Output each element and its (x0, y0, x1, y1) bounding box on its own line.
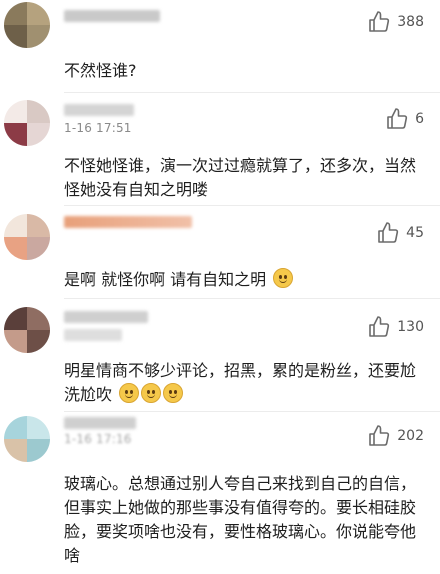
comment-text: 不怪她怪谁，演一次过过瘾就算了，还多次，当然怪她没有自知之明喽 (64, 156, 417, 199)
smile-emoji (163, 383, 184, 403)
avatar[interactable] (4, 416, 50, 462)
like-count: 45 (406, 225, 424, 241)
comment-text: 是啊 就怪你啊 请有自知之明 (64, 268, 424, 292)
thumbs-up-icon (378, 222, 399, 243)
comment-text-content: 明星情商不够少评论，招黑，累的是粉丝，还要尬洗尬吹 (64, 361, 417, 404)
like-button[interactable]: 6 (385, 107, 424, 131)
like-count: 202 (397, 428, 424, 444)
avatar[interactable] (4, 2, 50, 48)
comment-item: 388 不然怪谁? (0, 0, 440, 92)
comment-time: 1-16 17:51 (64, 121, 132, 135)
username[interactable] (64, 216, 192, 228)
comment-item: 130 明星情商不够少评论，招黑，累的是粉丝，还要尬洗尬吹 (0, 299, 440, 411)
like-button[interactable]: 202 (367, 424, 424, 448)
shush-emoji (273, 268, 294, 288)
like-count: 6 (415, 111, 424, 127)
username[interactable] (64, 104, 134, 116)
like-button[interactable]: 45 (376, 221, 424, 245)
like-button[interactable]: 388 (367, 10, 424, 34)
smile-emoji (141, 383, 162, 403)
thumbs-up-icon (369, 316, 390, 337)
comment-text-content: 是啊 就怪你啊 请有自知之明 (64, 270, 267, 289)
comment-text: 不然怪谁? (64, 61, 137, 80)
avatar[interactable] (4, 214, 50, 260)
comment-item: 45 是啊 就怪你啊 请有自知之明 (0, 206, 440, 298)
comment-time (64, 329, 122, 341)
thumbs-up-icon (387, 108, 408, 129)
avatar[interactable] (4, 307, 50, 353)
comment-item: 1-16 17:51 6 不怪她怪谁，演一次过过瘾就算了，还多次，当然怪她没有自… (0, 93, 440, 205)
username[interactable] (64, 311, 148, 323)
like-count: 130 (397, 319, 424, 335)
comment-time: 1-16 17:16 (64, 432, 132, 446)
comment-item: 1-16 17:16 202 玻璃心。总想通过别人夸自己来找到自己的自信，但事实… (0, 412, 440, 574)
thumbs-up-icon (369, 11, 390, 32)
like-button[interactable]: 130 (367, 315, 424, 339)
avatar[interactable] (4, 100, 50, 146)
username[interactable] (64, 10, 160, 22)
like-count: 388 (397, 14, 424, 30)
username[interactable] (64, 417, 136, 429)
smile-emoji (119, 383, 140, 403)
comment-text: 明星情商不够少评论，招黑，累的是粉丝，还要尬洗尬吹 (64, 359, 424, 407)
comment-text: 玻璃心。总想通过别人夸自己来找到自己的自信，但事实上她做的那些事没有值得夸的。要… (64, 474, 417, 565)
thumbs-up-icon (369, 425, 390, 446)
